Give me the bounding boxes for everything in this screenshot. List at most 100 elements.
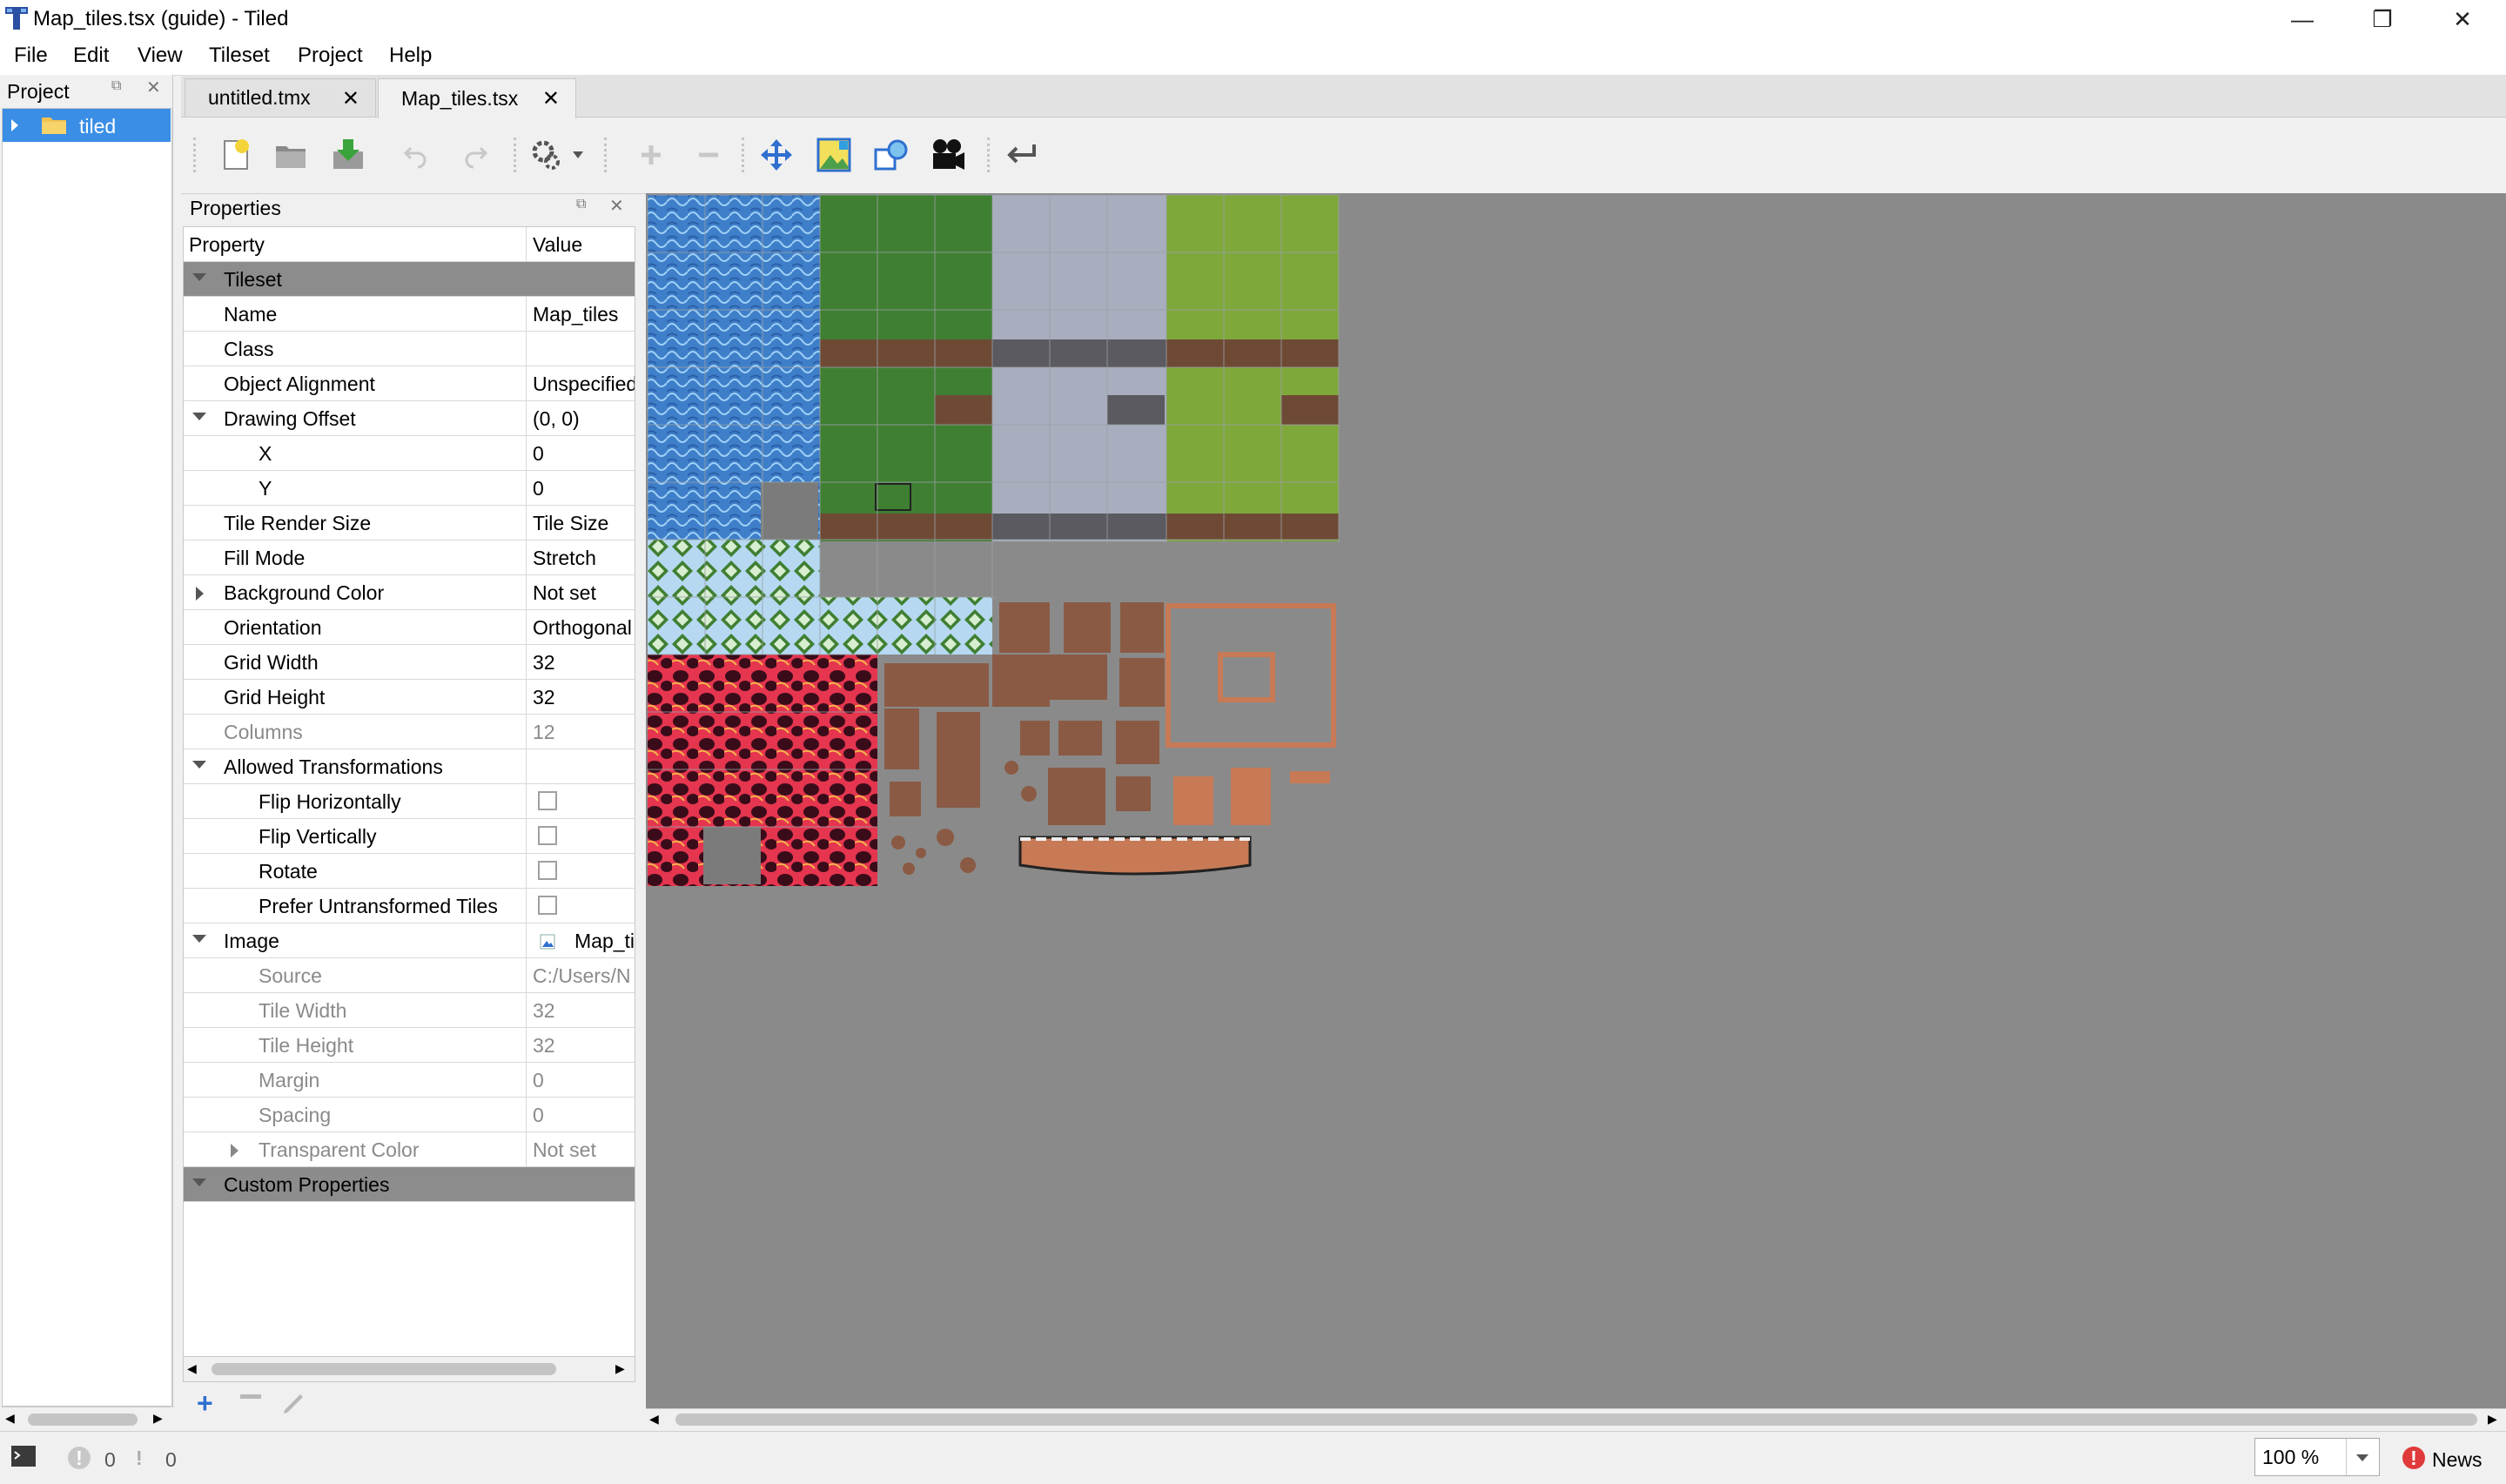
property-row-orientation[interactable]: Orientation Orthogonal [184,610,635,645]
property-row-grid-width[interactable]: Grid Width 32 [184,645,635,680]
zoom-combobox[interactable]: 100 % [2254,1438,2380,1476]
property-row-flip-horizontally[interactable]: Flip Horizontally [184,784,635,819]
property-value[interactable]: Not set [533,581,596,605]
flip-vertically-checkbox[interactable] [538,826,557,845]
property-row-image[interactable]: Image Map_tiles.png [184,923,635,958]
property-value[interactable]: 32 [533,651,555,675]
rotate-checkbox[interactable] [538,861,557,880]
console-icon[interactable] [10,1445,37,1467]
scrollbar-thumb[interactable] [212,1363,556,1375]
collapse-arrow-icon[interactable] [192,935,206,943]
property-row-flip-vertically[interactable]: Flip Vertically [184,819,635,854]
project-horizontal-scrollbar[interactable]: ◀ ▶ [2,1407,171,1430]
close-icon[interactable]: ✕ [542,86,560,111]
warning-icon[interactable]: ! [136,1447,143,1470]
tileset-view[interactable] [646,193,2506,1408]
project-item-tiled[interactable]: tiled [3,109,171,142]
property-value[interactable]: Stretch [533,547,596,570]
remove-property-icon[interactable] [240,1394,261,1399]
close-icon[interactable]: ✕ [609,195,624,217]
news-alert-icon[interactable]: ! [2402,1447,2425,1469]
close-icon[interactable]: ✕ [146,77,161,98]
menu-file[interactable]: File [14,44,48,68]
scrollbar-thumb[interactable] [28,1413,138,1426]
minimize-icon[interactable]: — [2263,0,2341,38]
tab-map-tiles-tsx[interactable]: Map_tiles.tsx ✕ [378,78,576,118]
column-value[interactable]: Value [533,233,582,257]
rename-property-icon[interactable] [280,1391,306,1417]
expand-arrow-icon[interactable] [196,587,204,601]
tileset-image[interactable] [646,193,1342,890]
chevron-down-icon[interactable] [2356,1454,2368,1461]
property-row-fill-mode[interactable]: Fill Mode Stretch [184,541,635,575]
scroll-left-icon[interactable]: ◀ [187,1361,197,1376]
collapse-arrow-icon[interactable] [192,1178,206,1186]
menu-help[interactable]: Help [389,44,432,68]
property-row-name[interactable]: Name Map_tiles [184,297,635,332]
tileset-properties-icon[interactable] [526,134,587,176]
column-property[interactable]: Property [189,233,265,257]
property-row-y[interactable]: Y 0 [184,471,635,506]
property-value[interactable]: 0 [533,442,544,466]
property-row-background-color[interactable]: Background Color Not set [184,575,635,610]
collapse-arrow-icon[interactable] [192,761,206,769]
expand-arrow-icon[interactable] [231,1144,239,1158]
scroll-left-icon[interactable]: ◀ [5,1411,15,1426]
property-row-allowed-transformations[interactable]: Allowed Transformations [184,749,635,784]
group-custom-properties[interactable]: Custom Properties [184,1167,635,1202]
properties-horizontal-scrollbar[interactable]: ◀ ▶ [183,1356,635,1382]
property-value[interactable]: (0, 0) [533,407,580,431]
property-value[interactable]: 0 [533,477,544,500]
property-row-prefer-untransformed[interactable]: Prefer Untransformed Tiles [184,889,635,923]
open-icon[interactable] [270,134,312,176]
news-button[interactable]: News [2432,1448,2482,1472]
collapse-arrow-icon[interactable] [192,413,206,420]
menu-edit[interactable]: Edit [73,44,109,68]
collapse-arrow-icon[interactable] [192,273,206,281]
menu-project[interactable]: Project [298,44,363,68]
property-row-object-alignment[interactable]: Object Alignment Unspecified [184,366,635,401]
expand-arrow-icon[interactable] [11,119,18,131]
scroll-right-icon[interactable]: ▶ [2488,1412,2497,1427]
flip-horizontally-checkbox[interactable] [538,791,557,810]
property-row-grid-height[interactable]: Grid Height 32 [184,680,635,715]
dynamic-wrapping-icon[interactable] [756,134,797,176]
swap-icon[interactable] [1001,134,1043,176]
property-row-x[interactable]: X 0 [184,436,635,471]
menu-view[interactable]: View [138,44,183,68]
close-icon[interactable]: ✕ [2423,0,2502,38]
save-icon[interactable] [327,134,369,176]
float-icon[interactable]: ⧉ [576,197,586,212]
property-row-drawing-offset[interactable]: Drawing Offset (0, 0) [184,401,635,436]
property-row-class[interactable]: Class [184,332,635,366]
property-row-rotate[interactable]: Rotate [184,854,635,889]
scrollbar-thumb[interactable] [675,1413,2477,1426]
property-value[interactable]: Map_tiles [533,303,618,326]
close-icon[interactable]: ✕ [342,86,359,111]
redo-icon[interactable] [454,134,496,176]
property-value[interactable]: Orthogonal [533,616,632,640]
scroll-right-icon[interactable]: ▶ [153,1411,163,1426]
tileset-horizontal-scrollbar[interactable]: ◀ ▶ [646,1408,2506,1430]
error-icon[interactable]: ! [68,1447,91,1469]
new-tileset-icon[interactable] [214,134,256,176]
remove-tiles-icon[interactable] [688,134,729,176]
property-value[interactable]: Tile Size [533,512,608,535]
property-value[interactable]: 32 [533,686,555,709]
property-value[interactable]: Unspecified [533,373,635,396]
add-tiles-icon[interactable] [630,134,672,176]
group-tileset[interactable]: Tileset [184,262,635,297]
tab-untitled-tmx[interactable]: untitled.tmx ✕ [185,78,376,117]
add-property-icon[interactable]: + [197,1387,213,1420]
property-value[interactable]: Map_tiles.png [574,930,635,953]
prefer-untransformed-checkbox[interactable] [538,896,557,915]
edit-collision-icon[interactable] [870,134,912,176]
menu-tileset[interactable]: Tileset [209,44,270,68]
tile-animation-icon[interactable] [928,134,970,176]
edit-terrain-icon[interactable] [813,134,855,176]
restore-icon[interactable]: ❐ [2343,0,2422,38]
scroll-left-icon[interactable]: ◀ [649,1412,659,1427]
float-icon[interactable]: ⧉ [111,78,121,94]
scroll-right-icon[interactable]: ▶ [615,1361,625,1376]
property-row-tile-render-size[interactable]: Tile Render Size Tile Size [184,506,635,541]
